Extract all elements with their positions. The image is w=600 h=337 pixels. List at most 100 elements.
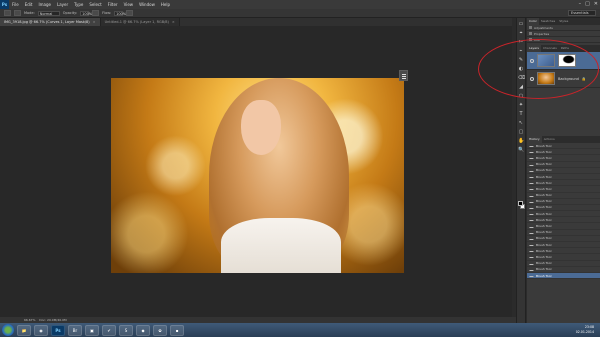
brush-icon [529,205,535,209]
tool-icon[interactable]: 🔍 [518,147,524,153]
brush-icon [529,199,535,203]
taskbar-app9-icon[interactable]: ✿ [153,324,167,336]
history-item-label: Brush Tool [536,162,552,167]
taskbar-bridge-icon[interactable]: Br [68,324,82,336]
menu-layer[interactable]: Layer [54,2,71,7]
brush-icon [529,168,535,172]
pressure-opacity-icon[interactable] [92,10,100,16]
clock-date: 02.01.2014 [575,329,594,334]
tool-icon[interactable]: ◐ [518,66,524,72]
start-button[interactable] [2,324,14,336]
history-item-label: Brush Tool [536,236,552,241]
tool-icon[interactable]: ◢ [518,84,524,90]
tool-icon[interactable]: ⌖ [518,30,524,36]
taskbar-chrome-icon[interactable]: ◉ [34,324,48,336]
menu-window[interactable]: Window [136,2,158,7]
menu-file[interactable]: File [9,2,22,7]
minimize-button[interactable]: – [579,1,582,7]
lock-icon: 🔒 [581,76,587,81]
foreground-color-swatch[interactable] [518,201,523,206]
tool-icon[interactable]: ✎ [518,57,524,63]
close-button[interactable]: ✕ [594,1,598,7]
tab-document-2[interactable]: Untitled-1 @ 66.7% (Layer 1, RGB/8) × [100,18,180,26]
history-item-label: Brush Tool [536,174,552,179]
workspace-select[interactable]: Essentials [568,10,596,16]
flow-field[interactable]: 100% [114,10,126,16]
canvas-area[interactable] [0,26,512,323]
tool-icon[interactable]: ✋ [518,138,524,144]
tool-icon[interactable]: ▭ [518,21,524,27]
tool-icon[interactable]: ○ [518,93,524,99]
tab-color[interactable]: Color [527,18,539,25]
history-item-label: Brush Tool [536,242,552,247]
system-clock[interactable]: 23:08 02.01.2014 [576,325,594,334]
history-item-label: Brush Tool [536,230,552,235]
visibility-eye-icon[interactable] [530,58,534,63]
tool-icon[interactable]: ✦ [518,102,524,108]
brush-panel-toggle-icon[interactable] [14,10,21,16]
menu-type[interactable]: Type [71,2,86,7]
layer-row-background[interactable]: Background 🔒 [527,70,600,88]
info-label: Info [534,37,540,42]
taskbar-app6-icon[interactable]: ✔ [102,324,116,336]
maximize-button[interactable]: □ [585,1,590,7]
taskbar-camera-icon[interactable]: ▣ [85,324,99,336]
adjustments-icon [529,26,532,29]
tab-history[interactable]: History [527,136,542,143]
taskbar-photoshop-icon[interactable]: Ps [51,324,65,336]
adjustment-thumbnail [537,54,555,67]
brush-icon [529,230,535,234]
document-image[interactable] [111,78,404,273]
layer-mask-thumbnail[interactable] [558,54,576,67]
history-item-label: Brush Tool [536,267,552,272]
right-panels: Color Swatches Styles Adjustments Proper… [527,18,600,323]
tool-icon[interactable]: ⌁ [518,48,524,54]
brush-icon [529,181,535,185]
history-item[interactable]: Brush Tool [527,272,600,280]
brush-icon [529,162,535,166]
opacity-field[interactable]: 100% [80,10,92,16]
close-tab-icon[interactable]: × [93,20,96,24]
tab-actions[interactable]: Actions [542,136,557,143]
airbrush-icon[interactable] [126,10,134,16]
taskbar-app10-icon[interactable]: ▪ [170,324,184,336]
brush-icon [529,218,535,222]
tab-layers[interactable]: Layers [527,45,541,52]
menu-select[interactable]: Select [86,2,104,7]
layer-thumbnail [537,72,555,85]
tool-icon[interactable]: ▢ [518,129,524,135]
tab-swatches[interactable]: Swatches [539,18,557,25]
mode-select[interactable]: Normal [37,10,60,16]
taskbar-skype-icon[interactable]: S [119,324,133,336]
tab-styles[interactable]: Styles [557,18,570,25]
brush-icon [529,187,535,191]
menu-image[interactable]: Image [35,2,54,7]
zoom-level[interactable]: 66.67% [24,318,35,322]
close-tab-icon[interactable]: × [172,20,175,24]
tab-channels[interactable]: Channels [541,45,559,52]
layer-row-curves[interactable] [527,52,600,70]
menu-view[interactable]: View [121,2,137,7]
history-item-label: Brush Tool [536,254,552,259]
opacity-label: Opacity: [62,11,78,15]
tool-icon[interactable]: ⌫ [518,75,525,81]
tab-document-1[interactable]: IMG_3918.jpg @ 66.7% (Curves 1, Layer Ma… [0,18,101,26]
mode-label: Mode: [24,11,35,15]
brush-icon [529,267,535,271]
info-row[interactable]: Info [527,37,600,43]
brush-icon [529,249,535,253]
brush-preset-icon[interactable] [4,10,11,16]
taskbar-explorer-icon[interactable]: 📁 [17,324,31,336]
taskbar-app8-icon[interactable]: ◆ [136,324,150,336]
menu-filter[interactable]: Filter [105,2,121,7]
panel-menu-icon[interactable] [399,70,408,81]
info-icon [529,38,532,41]
menu-edit[interactable]: Edit [22,2,36,7]
tool-icon[interactable]: ↖ [518,120,524,126]
tab-paths[interactable]: Paths [559,45,571,52]
tool-icon[interactable]: T [518,111,524,117]
visibility-eye-icon[interactable] [530,76,534,81]
menu-help[interactable]: Help [158,2,173,7]
history-item-label: Brush Tool [536,199,552,204]
tool-icon[interactable]: ✂ [518,39,524,45]
